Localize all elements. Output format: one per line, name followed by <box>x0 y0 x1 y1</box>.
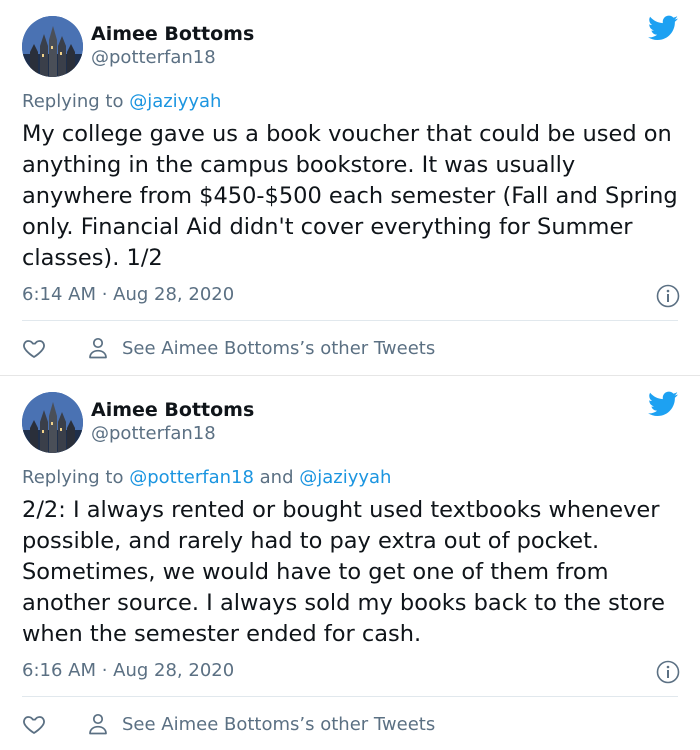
avatar[interactable] <box>22 392 83 453</box>
see-other-tweets-link[interactable]: See Aimee Bottoms’s other Tweets <box>88 337 435 359</box>
author-name[interactable]: Aimee Bottoms <box>91 22 254 46</box>
person-icon <box>89 337 107 359</box>
tweet-card: Aimee Bottoms @potterfan18 Replying to @… <box>0 0 700 375</box>
mention-joiner: and <box>253 467 300 488</box>
mention-link[interactable]: @jaziyyah <box>129 91 221 112</box>
author-handle[interactable]: @potterfan18 <box>91 47 216 69</box>
replying-prefix: Replying to <box>22 91 130 112</box>
see-other-tweets-label: See Aimee Bottoms’s other Tweets <box>122 713 436 735</box>
twitter-bird-icon[interactable] <box>648 15 678 41</box>
tweet-actions: See Aimee Bottoms’s other Tweets <box>22 710 435 738</box>
info-icon[interactable] <box>656 284 680 308</box>
info-icon[interactable] <box>656 660 680 684</box>
author-name[interactable]: Aimee Bottoms <box>91 398 254 422</box>
see-other-tweets-label: See Aimee Bottoms’s other Tweets <box>122 337 436 359</box>
tweet-actions: See Aimee Bottoms’s other Tweets <box>22 334 435 362</box>
avatar[interactable] <box>22 16 83 77</box>
tweet-text: My college gave us a book voucher that c… <box>22 121 678 271</box>
mention-link[interactable]: @potterfan18 <box>129 467 254 488</box>
timestamp[interactable]: 6:14 AM · Aug 28, 2020 <box>22 284 234 306</box>
heart-icon[interactable] <box>22 712 46 736</box>
tweet-card: Aimee Bottoms @potterfan18 Replying to @… <box>0 375 700 750</box>
replying-prefix: Replying to <box>22 467 130 488</box>
divider <box>22 696 678 697</box>
timestamp[interactable]: 6:16 AM · Aug 28, 2020 <box>22 660 234 682</box>
mention-link[interactable]: @jaziyyah <box>299 467 391 488</box>
author-handle[interactable]: @potterfan18 <box>91 423 216 445</box>
replying-to: Replying to @potterfan18 and @jaziyyah <box>22 467 391 489</box>
divider <box>22 320 678 321</box>
see-other-tweets-link[interactable]: See Aimee Bottoms’s other Tweets <box>88 713 435 735</box>
twitter-bird-icon[interactable] <box>648 391 678 417</box>
person-icon <box>89 713 107 735</box>
tweet-text: 2/2: I always rented or bought used text… <box>22 497 665 647</box>
heart-icon[interactable] <box>22 336 46 360</box>
replying-to: Replying to @jaziyyah <box>22 91 221 113</box>
